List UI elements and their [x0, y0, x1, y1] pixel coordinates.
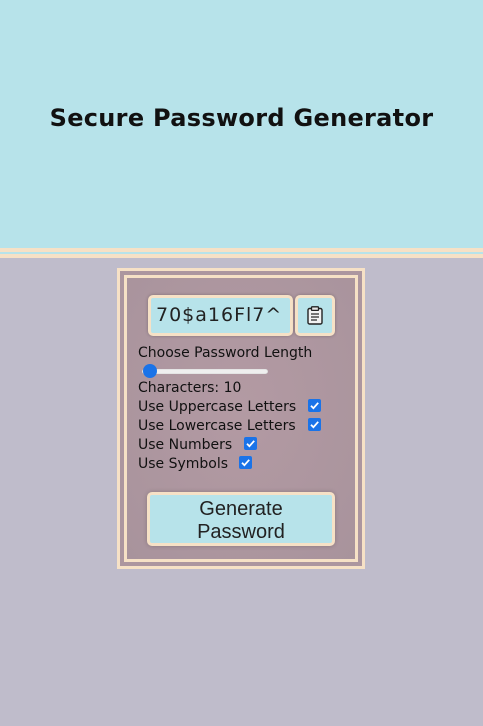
characters-count: Characters: 10	[138, 380, 242, 396]
password-output-field[interactable]: 70$a16Fl7^	[148, 295, 293, 336]
checkmark-icon	[310, 402, 319, 410]
option-lowercase-label: Use Lowercase Letters	[138, 418, 296, 434]
page-title: Secure Password Generator	[49, 104, 434, 132]
option-numbers-label: Use Numbers	[138, 437, 233, 453]
uppercase-checkbox[interactable]	[308, 399, 321, 412]
checkmark-icon	[246, 440, 255, 448]
header: Secure Password Generator	[0, 0, 483, 248]
option-symbols-label: Use Symbols	[138, 456, 229, 472]
length-slider[interactable]	[142, 364, 268, 378]
generate-button-line2: Password	[197, 521, 285, 543]
symbols-checkbox[interactable]	[239, 456, 252, 469]
generate-button-line1: Generate	[199, 498, 283, 520]
slider-thumb[interactable]	[143, 364, 157, 378]
numbers-checkbox[interactable]	[244, 437, 257, 450]
header-divider-bottom	[0, 254, 483, 258]
clipboard-icon	[307, 306, 323, 325]
slider-track	[142, 369, 268, 374]
option-uppercase-label: Use Uppercase Letters	[138, 399, 297, 415]
lowercase-checkbox[interactable]	[308, 418, 321, 431]
length-label: Choose Password Length	[138, 345, 313, 361]
checkmark-icon	[310, 421, 319, 429]
copy-button[interactable]	[295, 295, 335, 336]
checkmark-icon	[241, 459, 250, 467]
generate-password-button[interactable]: Generate Password	[147, 492, 335, 546]
